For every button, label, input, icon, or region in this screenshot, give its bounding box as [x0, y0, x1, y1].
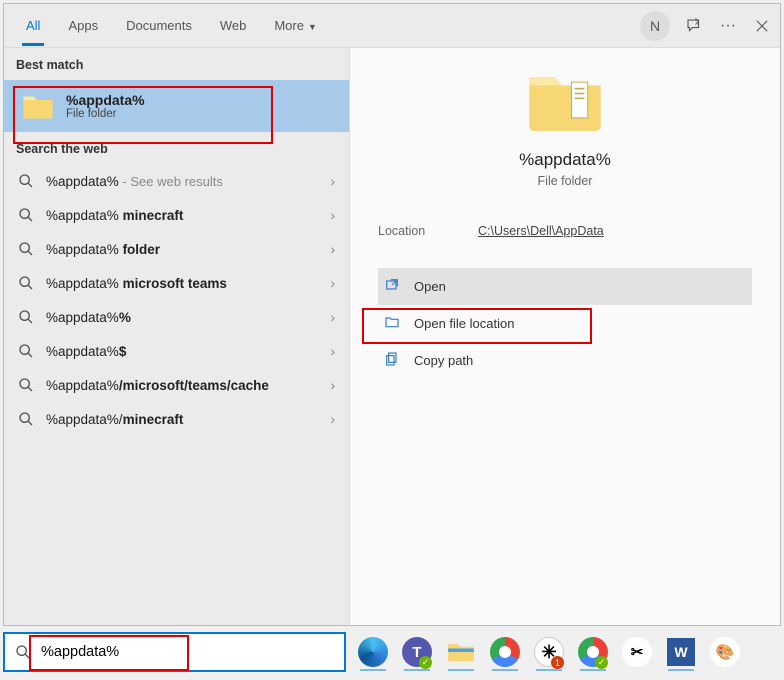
chevron-right-icon: ›	[330, 207, 335, 223]
web-result-text: %appdata% folder	[46, 242, 160, 257]
taskbar-word[interactable]: W	[662, 633, 700, 671]
close-icon[interactable]	[752, 16, 772, 36]
action-open[interactable]: Open	[378, 268, 752, 305]
chevron-down-icon: ▼	[308, 22, 317, 32]
avatar[interactable]: N	[640, 11, 670, 41]
tab-apps[interactable]: Apps	[54, 6, 112, 45]
chevron-right-icon: ›	[330, 377, 335, 393]
best-match-label: Best match	[4, 48, 349, 80]
location-icon	[384, 314, 400, 333]
web-result[interactable]: %appdata%/minecraft ›	[4, 402, 349, 436]
panel-body: Best match %appdata% File folder Search …	[4, 48, 780, 625]
web-result-text: %appdata% microsoft teams	[46, 276, 227, 291]
location-row: Location C:\Users\Dell\AppData	[378, 224, 752, 238]
taskbar-teams[interactable]: T✓	[398, 633, 436, 671]
tab-web[interactable]: Web	[206, 6, 261, 45]
chevron-right-icon: ›	[330, 309, 335, 325]
web-result-text: %appdata%$	[46, 344, 126, 359]
search-icon	[18, 173, 34, 189]
web-result[interactable]: %appdata%/microsoft/teams/cache ›	[4, 368, 349, 402]
preview-pane: %appdata% File folder Location C:\Users\…	[349, 48, 780, 625]
web-result[interactable]: %appdata% folder ›	[4, 232, 349, 266]
search-bar[interactable]	[3, 632, 346, 672]
chevron-right-icon: ›	[330, 411, 335, 427]
best-match-result[interactable]: %appdata% File folder	[4, 80, 349, 132]
search-icon	[18, 343, 34, 359]
search-web-label: Search the web	[4, 132, 349, 164]
best-match-title: %appdata%	[66, 92, 145, 108]
search-panel: All Apps Documents Web More▼ N ··· Best …	[3, 3, 781, 626]
chevron-right-icon: ›	[330, 275, 335, 291]
search-icon	[18, 241, 34, 257]
search-icon	[18, 411, 34, 427]
taskbar-chrome[interactable]	[486, 633, 524, 671]
search-icon	[15, 644, 31, 660]
search-icon	[18, 309, 34, 325]
folder-icon	[526, 66, 604, 134]
action-label: Open file location	[414, 316, 514, 331]
folder-icon	[22, 92, 54, 120]
web-result[interactable]: %appdata% - See web results ›	[4, 164, 349, 198]
best-match-subtitle: File folder	[66, 108, 145, 120]
chevron-right-icon: ›	[330, 343, 335, 359]
copy-icon	[384, 351, 400, 370]
preview-title: %appdata%	[519, 150, 611, 170]
web-result[interactable]: %appdata%$ ›	[4, 334, 349, 368]
web-result-text: %appdata%/minecraft	[46, 412, 183, 427]
tab-all[interactable]: All	[12, 6, 54, 45]
feedback-icon[interactable]	[684, 16, 704, 36]
web-result[interactable]: %appdata%% ›	[4, 300, 349, 334]
filter-tabs: All Apps Documents Web More▼	[12, 6, 331, 45]
chevron-right-icon: ›	[330, 241, 335, 257]
taskbar-chrome-alt[interactable]: ✓	[574, 633, 612, 671]
taskbar-paint[interactable]: 🎨	[706, 633, 744, 671]
action-open-file-location[interactable]: Open file location	[378, 305, 752, 342]
location-link[interactable]: C:\Users\Dell\AppData	[478, 224, 604, 238]
taskbar-edge[interactable]	[354, 633, 392, 671]
taskbar: T✓ ✳1 ✓ ✂ W 🎨	[350, 632, 781, 672]
web-result-text: %appdata% minecraft	[46, 208, 183, 223]
taskbar-explorer[interactable]	[442, 633, 480, 671]
header-actions: N ···	[640, 11, 772, 41]
search-icon	[18, 377, 34, 393]
more-icon[interactable]: ···	[718, 16, 738, 36]
taskbar-slack[interactable]: ✳1	[530, 633, 568, 671]
action-copy-path[interactable]: Copy path	[378, 342, 752, 379]
search-icon	[18, 275, 34, 291]
preview-subtitle: File folder	[538, 174, 593, 188]
action-label: Open	[414, 279, 446, 294]
web-result-text: %appdata%/microsoft/teams/cache	[46, 378, 269, 393]
search-input[interactable]	[41, 644, 334, 660]
web-result[interactable]: %appdata% minecraft ›	[4, 198, 349, 232]
web-result-text: %appdata%%	[46, 310, 131, 325]
actions-list: Open Open file location Copy path	[378, 268, 752, 379]
action-label: Copy path	[414, 353, 473, 368]
taskbar-snip[interactable]: ✂	[618, 633, 656, 671]
location-label: Location	[378, 224, 478, 238]
chevron-right-icon: ›	[330, 173, 335, 189]
header: All Apps Documents Web More▼ N ···	[4, 4, 780, 48]
results-column: Best match %appdata% File folder Search …	[4, 48, 349, 625]
open-icon	[384, 277, 400, 296]
tab-documents[interactable]: Documents	[112, 6, 206, 45]
tab-more[interactable]: More▼	[260, 6, 331, 45]
web-result-text: %appdata% - See web results	[46, 174, 223, 189]
search-icon	[18, 207, 34, 223]
web-result[interactable]: %appdata% microsoft teams ›	[4, 266, 349, 300]
